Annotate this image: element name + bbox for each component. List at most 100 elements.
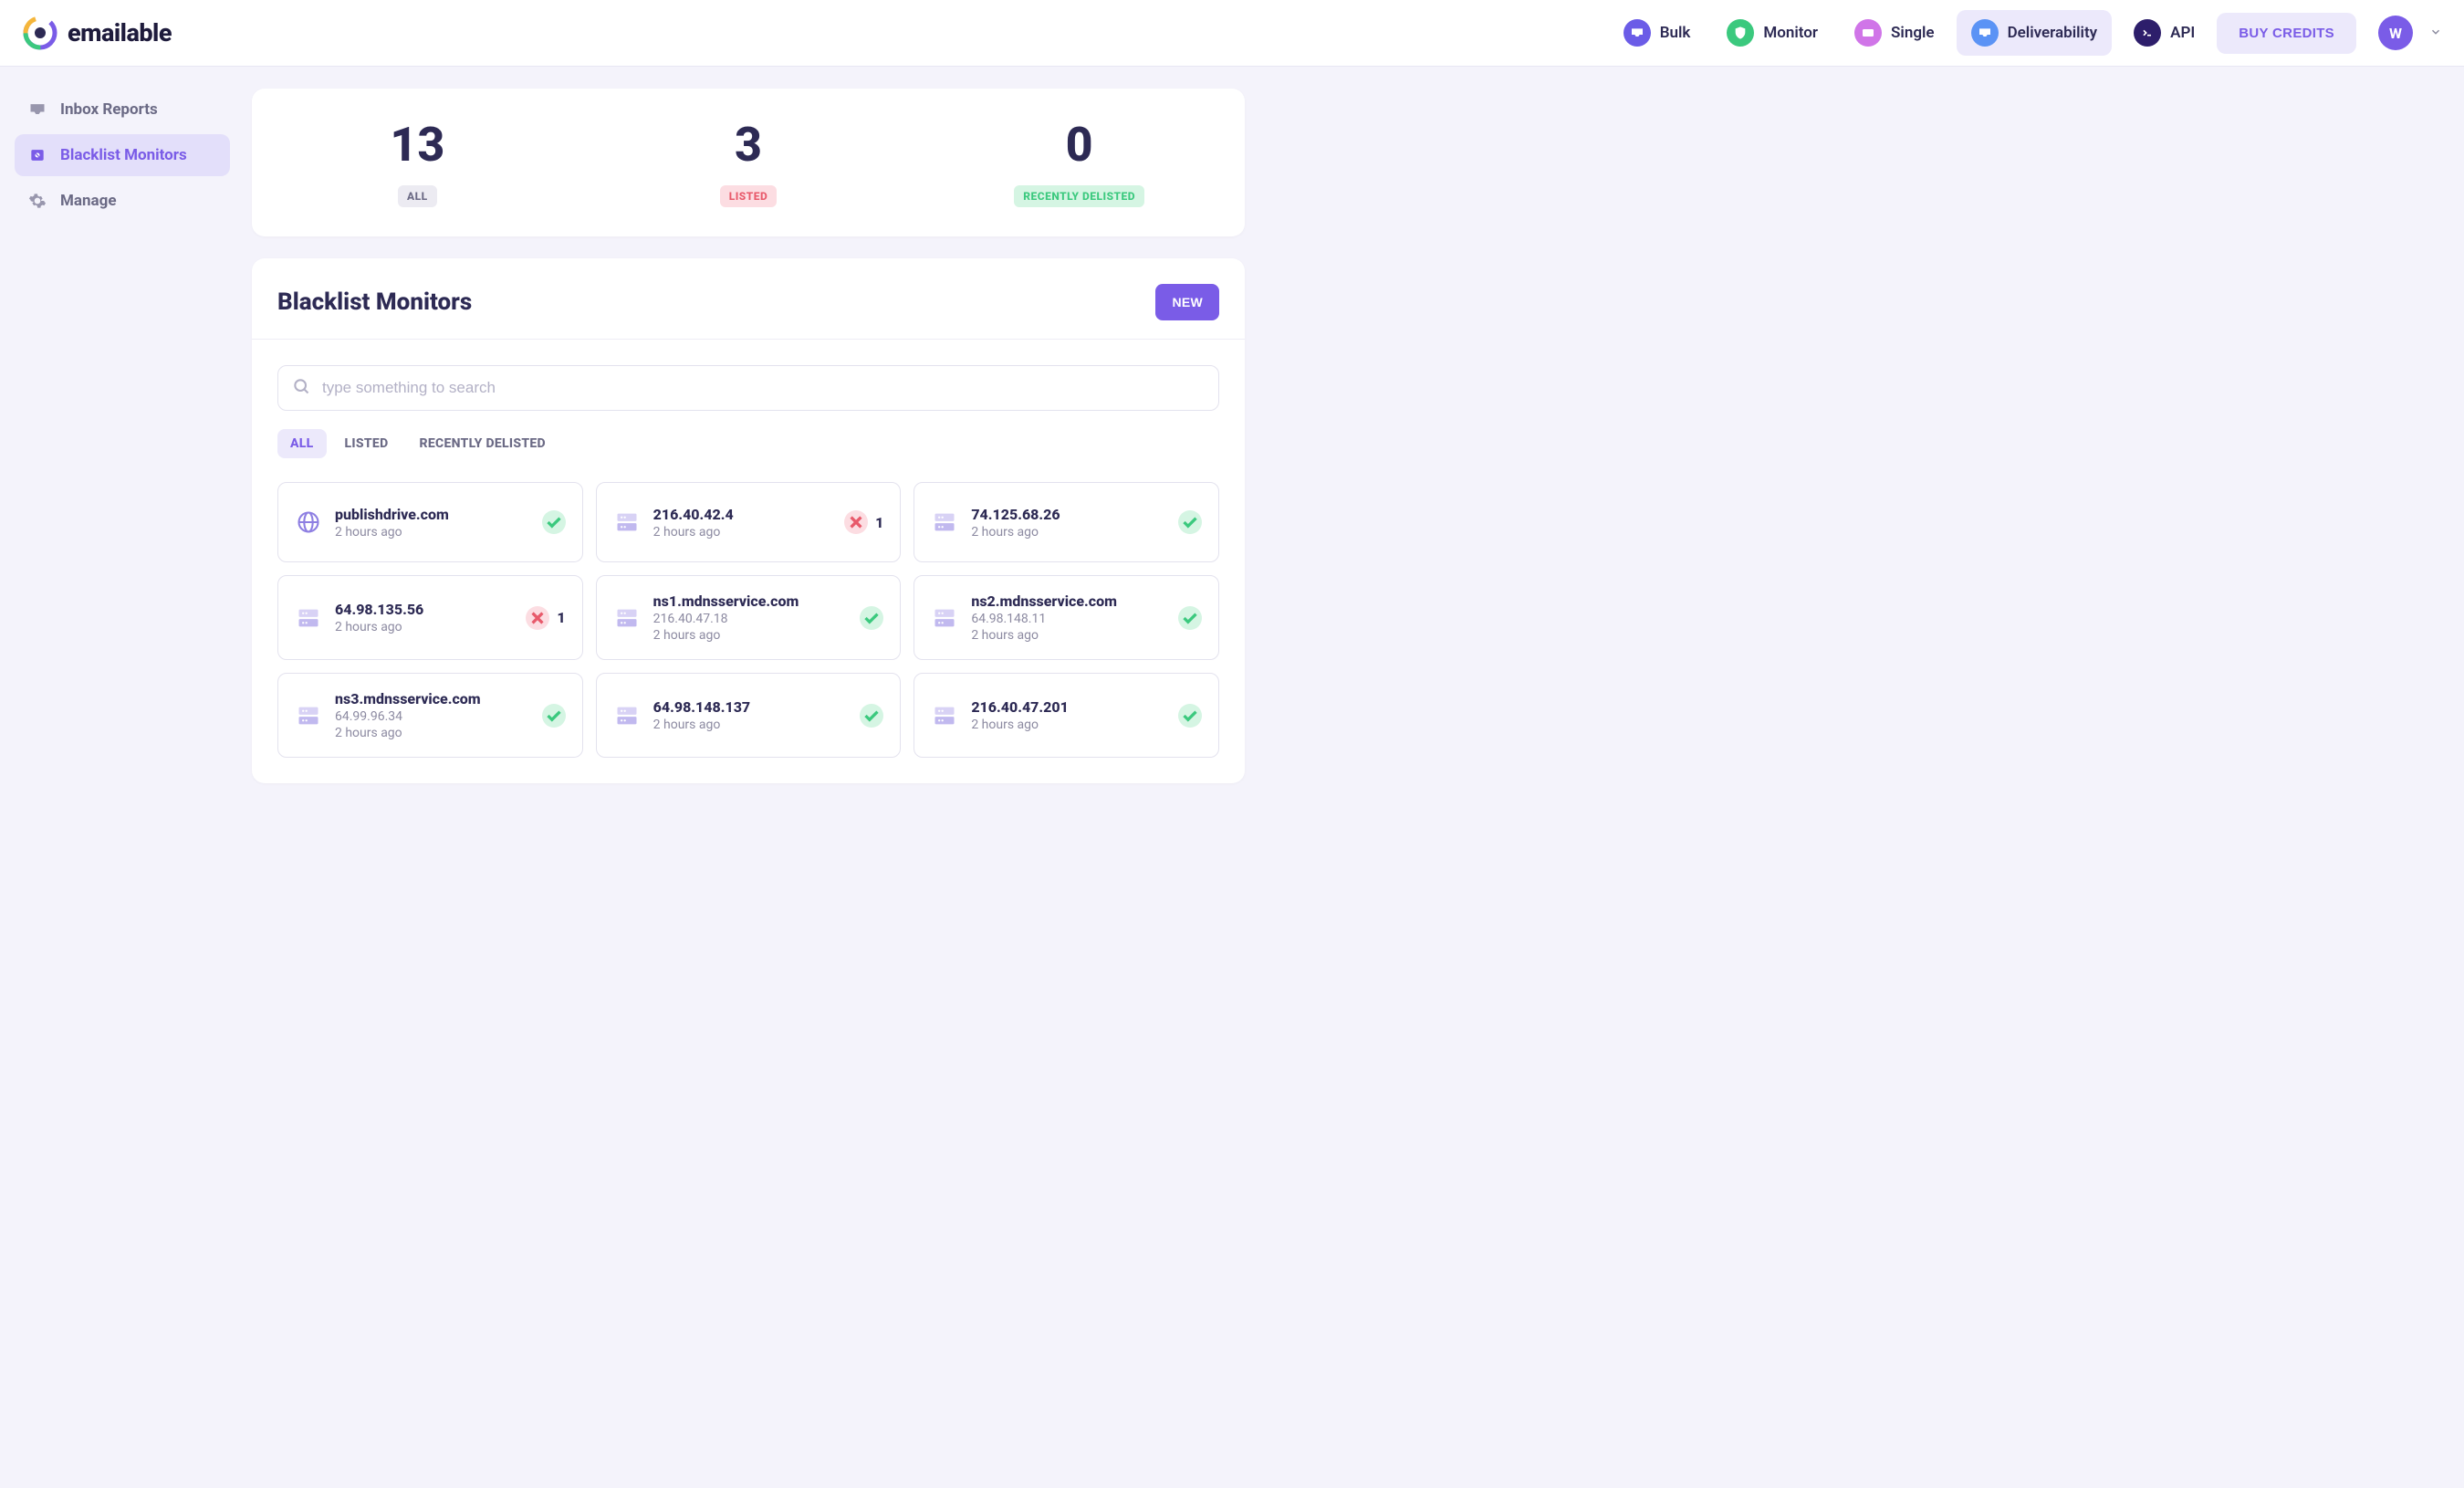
nav-label: Monitor: [1763, 24, 1818, 42]
nav-deliverability[interactable]: Deliverability: [1957, 10, 2113, 56]
check-icon: [1178, 606, 1202, 630]
stat-badge: RECENTLY DELISTED: [1014, 185, 1144, 207]
monitor-time: 2 hours ago: [335, 525, 529, 540]
check-icon: [542, 510, 566, 534]
search-input[interactable]: [277, 365, 1219, 411]
nav-label: Deliverability: [2008, 24, 2098, 42]
filter-pill-all[interactable]: ALL: [277, 429, 327, 458]
nav-monitor[interactable]: Monitor: [1712, 10, 1832, 56]
monitor-name: 64.98.135.56: [335, 601, 513, 618]
envelope-icon: [1854, 19, 1882, 47]
monitor-card[interactable]: 216.40.47.201 2 hours ago: [914, 673, 1219, 758]
nav-label: API: [2170, 24, 2195, 42]
stat-all: 13 ALL: [252, 121, 583, 207]
monitor-name: publishdrive.com: [335, 506, 529, 523]
filter-pill-listed[interactable]: LISTED: [332, 429, 402, 458]
check-icon: [1178, 704, 1202, 728]
monitor-time: 2 hours ago: [335, 726, 529, 740]
stat-badge: LISTED: [720, 185, 778, 207]
server-icon: [295, 604, 322, 632]
monitor-name: ns3.mdnsservice.com: [335, 690, 529, 707]
buy-credits-button[interactable]: BUY CREDITS: [2217, 13, 2356, 54]
inbox-icon: [27, 100, 47, 120]
monitor-subtitle: 216.40.47.18: [653, 612, 848, 626]
terminal-icon: [2134, 19, 2161, 47]
nav-bulk[interactable]: Bulk: [1609, 10, 1706, 56]
monitor-name: 216.40.42.4: [653, 506, 831, 523]
monitors-grid: publishdrive.com 2 hours ago 216.40.42.4…: [277, 482, 1219, 758]
globe-icon: [295, 508, 322, 536]
monitor-card[interactable]: 64.98.135.56 2 hours ago 1: [277, 575, 583, 660]
monitor-card[interactable]: 216.40.42.4 2 hours ago 1: [596, 482, 902, 562]
x-icon: [526, 606, 549, 630]
search-wrap: [277, 365, 1219, 411]
monitor-time: 2 hours ago: [653, 718, 848, 732]
monitor-card[interactable]: ns3.mdnsservice.com 64.99.96.34 2 hours …: [277, 673, 583, 758]
filter-pill-recently-delisted[interactable]: RECENTLY DELISTED: [406, 429, 558, 458]
monitor-card[interactable]: ns2.mdnsservice.com 64.98.148.11 2 hours…: [914, 575, 1219, 660]
stats-card: 13 ALL 3LISTED0 RECENTLY DELISTED: [252, 89, 1245, 236]
main-content: 13 ALL 3LISTED0 RECENTLY DELISTED Blacklist…: [245, 67, 1267, 805]
search-icon: [292, 377, 310, 399]
monitor-name: ns2.mdnsservice.com: [971, 592, 1165, 610]
sidebar-item-label: Inbox Reports: [60, 100, 158, 119]
server-icon: [931, 508, 958, 536]
monitor-time: 2 hours ago: [971, 628, 1165, 643]
stat-recently-delisted: 0 RECENTLY DELISTED: [914, 121, 1245, 207]
logo[interactable]: emailable: [22, 15, 172, 51]
monitor-card[interactable]: publishdrive.com 2 hours ago: [277, 482, 583, 562]
monitor-card[interactable]: 74.125.68.26 2 hours ago: [914, 482, 1219, 562]
sidebar-item-manage[interactable]: Manage: [15, 180, 230, 222]
stat-listed: 3LISTED: [583, 121, 914, 207]
monitor-subtitle: 64.98.148.11: [971, 612, 1165, 626]
stat-value: 13: [252, 121, 583, 169]
sidebar-item-label: Manage: [60, 192, 117, 210]
monitor-name: 64.98.148.137: [653, 698, 848, 716]
check-icon: [1178, 510, 1202, 534]
logo-icon: [22, 15, 58, 51]
monitor-name: 74.125.68.26: [971, 506, 1165, 523]
monitor-time: 2 hours ago: [653, 525, 831, 540]
sidebar: Inbox Reports Blacklist Monitors Manage: [0, 67, 245, 805]
sidebar-item-inbox-reports[interactable]: Inbox Reports: [15, 89, 230, 131]
shield-icon: [1727, 19, 1754, 47]
monitor-time: 2 hours ago: [971, 525, 1165, 540]
avatar[interactable]: W: [2378, 16, 2413, 50]
x-icon: [844, 510, 868, 534]
check-icon: [542, 704, 566, 728]
nav-api[interactable]: API: [2119, 10, 2209, 56]
logo-text: emailable: [68, 18, 172, 47]
monitor-card[interactable]: 64.98.148.137 2 hours ago: [596, 673, 902, 758]
check-icon: [860, 704, 883, 728]
nav-label: Bulk: [1660, 24, 1691, 42]
stat-value: 0: [914, 121, 1245, 169]
monitor-time: 2 hours ago: [335, 620, 513, 634]
inbox-icon: [1624, 19, 1651, 47]
monitor-card[interactable]: ns1.mdnsservice.com 216.40.47.18 2 hours…: [596, 575, 902, 660]
server-icon: [613, 604, 641, 632]
monitors-card: Blacklist Monitors NEW ALLLISTEDRECENTLY…: [252, 258, 1245, 783]
nav-label: Single: [1891, 24, 1935, 42]
status-count: 1: [557, 609, 565, 626]
monitor-time: 2 hours ago: [653, 628, 848, 643]
check-icon: [860, 606, 883, 630]
blacklist-icon: [27, 145, 47, 165]
sidebar-item-blacklist-monitors[interactable]: Blacklist Monitors: [15, 134, 230, 176]
monitor-name: ns1.mdnsservice.com: [653, 592, 848, 610]
status-count: 1: [875, 514, 883, 531]
server-icon: [295, 702, 322, 729]
inbox-icon: [1971, 19, 1999, 47]
gear-icon: [27, 191, 47, 211]
server-icon: [613, 508, 641, 536]
header: emailable Bulk Monitor Single Deliverabilit…: [0, 0, 2464, 67]
stat-badge: ALL: [398, 185, 437, 207]
monitors-header: Blacklist Monitors NEW: [252, 258, 1245, 340]
server-icon: [931, 604, 958, 632]
chevron-down-icon[interactable]: [2429, 25, 2442, 42]
filter-pills: ALLLISTEDRECENTLY DELISTED: [277, 429, 1219, 458]
page-title: Blacklist Monitors: [277, 288, 472, 316]
monitor-subtitle: 64.99.96.34: [335, 709, 529, 724]
top-nav: Bulk Monitor Single Deliverability API BUY CR…: [1609, 10, 2442, 56]
nav-single[interactable]: Single: [1840, 10, 1949, 56]
new-button[interactable]: NEW: [1155, 284, 1219, 320]
